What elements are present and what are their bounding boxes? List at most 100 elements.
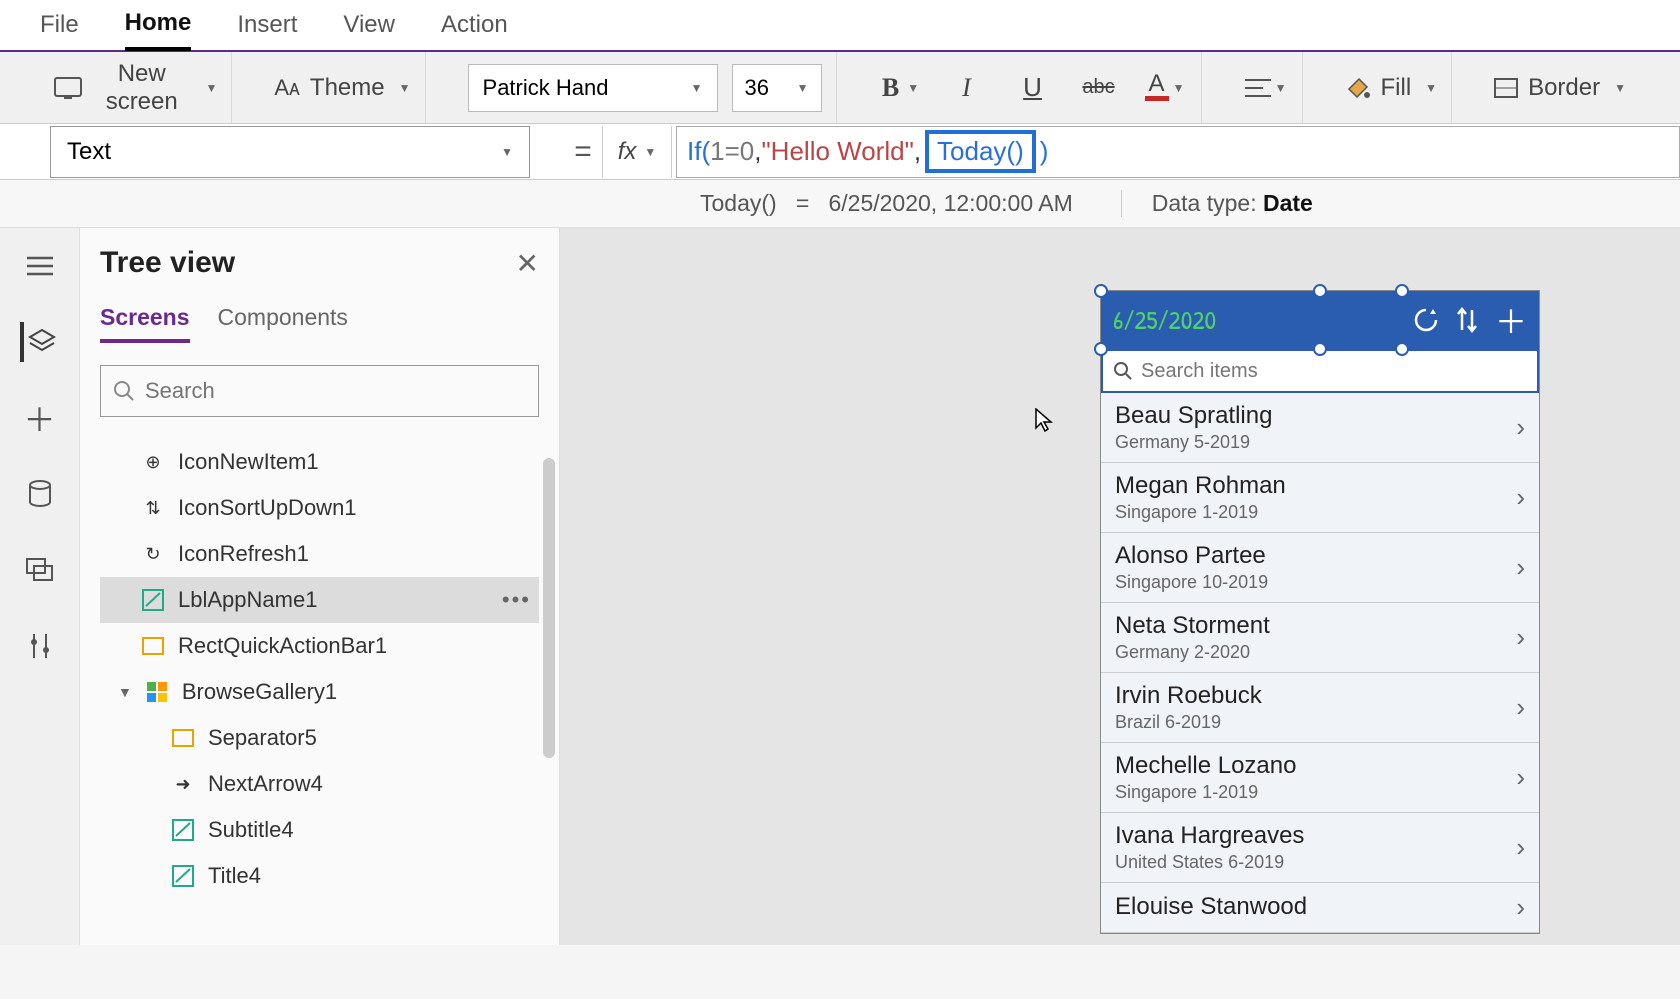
tree-item[interactable]: Title4	[100, 853, 539, 899]
tree-close-button[interactable]: ✕	[516, 247, 539, 280]
selection-handle[interactable]	[1313, 342, 1327, 356]
selection-handle[interactable]	[1313, 284, 1327, 298]
label-icon	[170, 817, 196, 843]
item-sub: United States 6-2019	[1115, 852, 1304, 873]
chevron-right-icon[interactable]: ›	[1516, 762, 1525, 793]
tree-item[interactable]: ➜ NextArrow4	[100, 761, 539, 807]
formula-bar: Text ▼ = fx ▼ If( 1=0 , "Hello World" , …	[0, 124, 1680, 180]
chevron-right-icon[interactable]: ›	[1516, 832, 1525, 863]
new-screen-label: New screen	[92, 60, 191, 116]
tree-search[interactable]	[100, 365, 539, 417]
rail-hamburger[interactable]	[20, 246, 60, 286]
item-name: Mechelle Lozano	[1115, 752, 1296, 780]
chevron-right-icon[interactable]: ›	[1516, 412, 1525, 443]
menu-home[interactable]: Home	[125, 0, 192, 51]
rail-tools[interactable]	[20, 626, 60, 666]
tree-item-expandable[interactable]: ▼ BrowseGallery1	[100, 669, 539, 715]
tree-scrollbar[interactable]	[543, 458, 555, 758]
font-family-select[interactable]: Patrick Hand ▼	[468, 64, 718, 112]
fill-icon	[1345, 75, 1371, 101]
menu-insert[interactable]: Insert	[237, 1, 297, 49]
tree-item[interactable]: ↻ IconRefresh1	[100, 531, 539, 577]
font-family-value: Patrick Hand	[483, 75, 609, 101]
chevron-right-icon[interactable]: ›	[1516, 892, 1525, 923]
selection-handle[interactable]	[1395, 284, 1409, 298]
tree-item[interactable]: Separator5	[100, 715, 539, 761]
chevron-right-icon[interactable]: ›	[1516, 692, 1525, 723]
search-icon	[113, 380, 135, 402]
sort-icon[interactable]	[1457, 307, 1477, 333]
font-size-select[interactable]: 36 ▼	[732, 64, 822, 112]
formula-token: 1=0	[710, 136, 754, 167]
border-button[interactable]: Border ▼	[1494, 74, 1626, 102]
tree-item[interactable]: ⊕ IconNewItem1	[100, 439, 539, 485]
tree-search-input[interactable]	[145, 378, 526, 404]
tree-item[interactable]: RectQuickActionBar1	[100, 623, 539, 669]
gallery-item[interactable]: Ivana HargreavesUnited States 6-2019›	[1101, 813, 1539, 883]
add-icon[interactable]: ＋	[1495, 297, 1527, 343]
selection-handle[interactable]	[1395, 342, 1409, 356]
chevron-down-icon: ▼	[399, 81, 411, 95]
chevron-right-icon[interactable]: ›	[1516, 622, 1525, 653]
new-screen-button[interactable]: New screen ▼	[54, 60, 217, 116]
font-color-button[interactable]: A ▼	[1143, 66, 1187, 110]
rail-data[interactable]	[20, 474, 60, 514]
menu-view[interactable]: View	[343, 1, 395, 49]
formula-token: Today()	[937, 136, 1024, 166]
tree-item-label: RectQuickActionBar1	[178, 633, 387, 659]
chevron-right-icon[interactable]: ›	[1516, 552, 1525, 583]
rect-icon	[140, 633, 166, 659]
left-rail: ＋	[0, 228, 80, 945]
tree-panel: Tree view ✕ Screens Components ⊕ IconNew…	[80, 228, 560, 945]
chevron-down-icon: ▼	[644, 145, 656, 159]
label-icon	[170, 863, 196, 889]
fill-button[interactable]: Fill ▼	[1345, 74, 1438, 102]
screen-icon	[54, 77, 82, 99]
align-button[interactable]: ▼	[1244, 66, 1288, 110]
rail-insert[interactable]: ＋	[20, 398, 60, 438]
formula-token: If(	[687, 136, 710, 167]
tree-item[interactable]: Subtitle4	[100, 807, 539, 853]
tab-screens[interactable]: Screens	[100, 304, 190, 343]
gallery-item[interactable]: Alonso ParteeSingapore 10-2019›	[1101, 533, 1539, 603]
formula-input[interactable]: If( 1=0 , "Hello World" , Today() )	[676, 126, 1680, 178]
tab-components[interactable]: Components	[218, 304, 348, 343]
chevron-right-icon[interactable]: ›	[1516, 482, 1525, 513]
gallery-item[interactable]: Elouise Stanwood›	[1101, 883, 1539, 933]
formula-token: ,	[754, 136, 761, 167]
menu-file[interactable]: File	[40, 1, 79, 49]
tree-item-label: LblAppName1	[178, 587, 317, 613]
tree-item-label: Subtitle4	[208, 817, 294, 843]
selection-handle[interactable]	[1094, 284, 1108, 298]
rail-treeview[interactable]	[20, 322, 60, 362]
search-icon	[1113, 361, 1133, 381]
fx-button[interactable]: fx ▼	[602, 126, 672, 178]
italic-button[interactable]: I	[945, 66, 989, 110]
menu-action[interactable]: Action	[441, 1, 508, 49]
tree-item[interactable]: ⇅ IconSortUpDown1	[100, 485, 539, 531]
more-icon[interactable]: •••	[502, 587, 531, 613]
property-select[interactable]: Text ▼	[50, 126, 530, 178]
selection-handle[interactable]	[1094, 342, 1108, 356]
gallery-item[interactable]: Beau SpratlingGermany 5-2019›	[1101, 393, 1539, 463]
theme-button[interactable]: Aᴀ Theme ▼	[274, 74, 410, 102]
separator-icon	[170, 725, 196, 751]
bold-button[interactable]: B▼	[879, 66, 923, 110]
fx-icon: fx	[618, 138, 637, 166]
gallery-item[interactable]: Neta StormentGermany 2-2020›	[1101, 603, 1539, 673]
underline-button[interactable]: U	[1011, 66, 1055, 110]
item-name: Beau Spratling	[1115, 402, 1272, 430]
preview-header[interactable]: 6/25/2020 ＋	[1101, 291, 1539, 349]
strikethrough-button[interactable]: abc	[1077, 66, 1121, 110]
canvas[interactable]: 6/25/2020 ＋ Beau SpratlingGermany 5-2019…	[560, 228, 1680, 945]
gallery-item[interactable]: Megan RohmanSingapore 1-2019›	[1101, 463, 1539, 533]
tools-icon	[28, 632, 52, 660]
preview-search-input[interactable]	[1141, 360, 1527, 383]
rail-media[interactable]	[20, 550, 60, 590]
refresh-icon[interactable]	[1413, 307, 1439, 333]
close-icon: ✕	[516, 248, 539, 279]
tree-item-selected[interactable]: LblAppName1 •••	[100, 577, 539, 623]
gallery-item[interactable]: Mechelle LozanoSingapore 1-2019›	[1101, 743, 1539, 813]
equals-sign: =	[568, 135, 598, 169]
gallery-item[interactable]: Irvin RoebuckBrazil 6-2019›	[1101, 673, 1539, 743]
